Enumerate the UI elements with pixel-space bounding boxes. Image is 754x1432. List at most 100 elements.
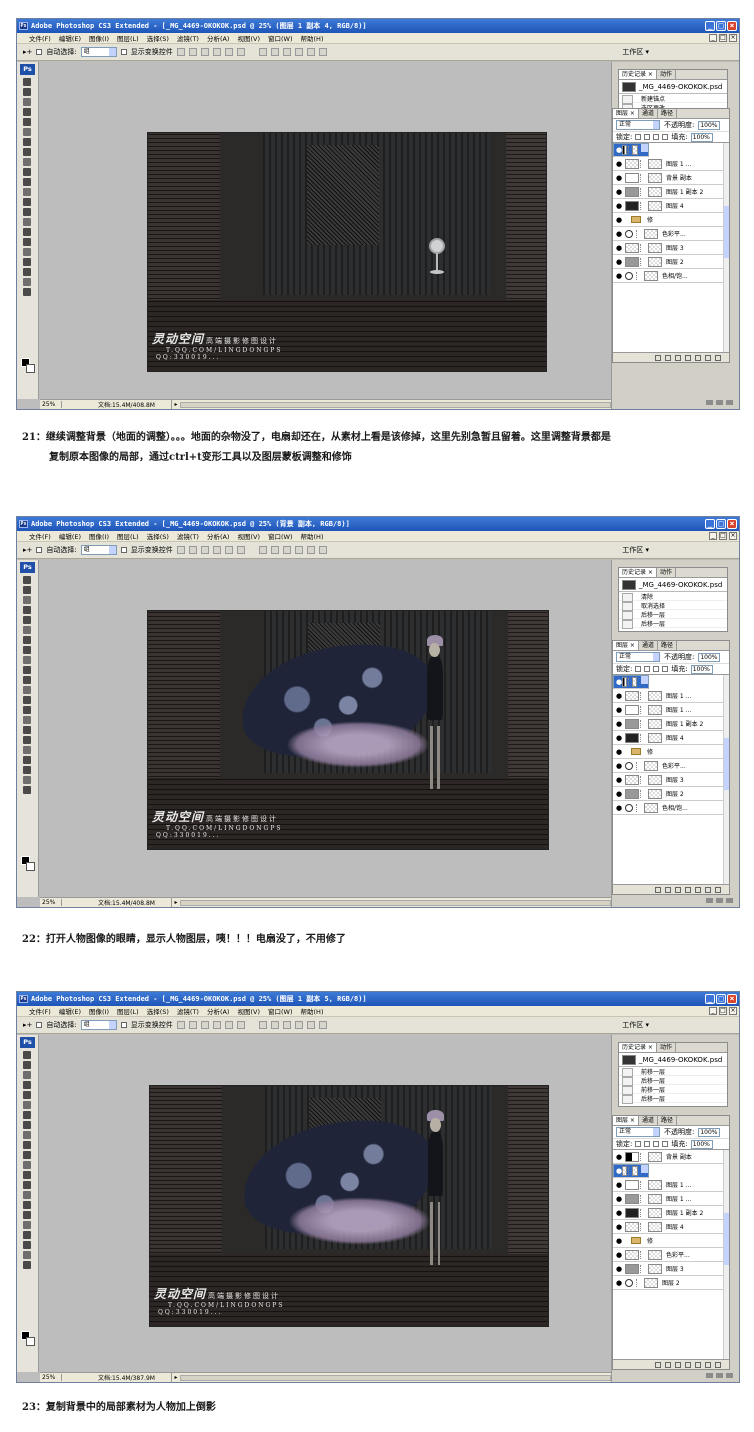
- dodge-icon[interactable]: [23, 706, 31, 714]
- menu-item[interactable]: 视图(V): [237, 531, 260, 541]
- menu-item[interactable]: 帮助(H): [301, 1006, 324, 1016]
- layer-row[interactable]: ●图层 1 ...: [613, 689, 729, 703]
- slice-icon[interactable]: [23, 128, 31, 136]
- workspace-menu[interactable]: 工作区 ▾: [622, 1020, 649, 1030]
- layer-row[interactable]: ●背景 副本: [613, 675, 649, 689]
- opacity-input[interactable]: 100%: [698, 652, 721, 662]
- layer-row[interactable]: ● 修: [613, 745, 729, 759]
- dock-button[interactable]: [726, 1373, 733, 1378]
- layer-row[interactable]: ●图层 1 ...: [613, 143, 649, 157]
- history-state[interactable]: 后移一层: [619, 1076, 727, 1086]
- align-button[interactable]: [212, 48, 221, 56]
- type-icon[interactable]: [23, 1201, 31, 1209]
- eye-icon[interactable]: ●: [613, 1265, 625, 1273]
- history-state[interactable]: 新建锚点: [619, 94, 727, 104]
- layers-scrollbar[interactable]: [723, 1150, 729, 1359]
- align-button[interactable]: [200, 48, 209, 56]
- lock-option[interactable]: [662, 666, 669, 672]
- dock-button[interactable]: [716, 898, 723, 903]
- horizontal-scrollbar[interactable]: [180, 899, 611, 906]
- align-button[interactable]: [236, 546, 245, 554]
- path-select-icon[interactable]: [23, 238, 31, 246]
- path-select-icon[interactable]: [23, 736, 31, 744]
- auto-select-dropdown[interactable]: 组: [80, 545, 117, 555]
- auto-select-checkbox[interactable]: [36, 49, 43, 55]
- align-button[interactable]: [176, 546, 185, 554]
- align-button[interactable]: [306, 546, 315, 554]
- layer-row[interactable]: ●图层 1 ...: [613, 1164, 649, 1178]
- align-button[interactable]: [188, 48, 197, 56]
- tab-channels[interactable]: 通道: [639, 1116, 658, 1125]
- path-select-icon[interactable]: [23, 1211, 31, 1219]
- menu-item[interactable]: 窗口(W): [268, 531, 293, 541]
- doc-minimize-button[interactable]: _: [709, 34, 717, 42]
- tab-history[interactable]: 历史记录 ×: [619, 70, 657, 79]
- eyedropper-icon[interactable]: [23, 1241, 31, 1249]
- tab-channels[interactable]: 通道: [639, 109, 658, 118]
- align-button[interactable]: [176, 1021, 185, 1029]
- menu-item[interactable]: 视图(V): [237, 1006, 260, 1016]
- align-button[interactable]: [200, 1021, 209, 1029]
- menu-item[interactable]: 滤镜(T): [177, 1006, 199, 1016]
- doc-close-button[interactable]: ×: [729, 34, 737, 42]
- brush-icon[interactable]: [23, 148, 31, 156]
- marquee-icon[interactable]: [23, 586, 31, 594]
- align-button[interactable]: [318, 48, 327, 56]
- layer-row[interactable]: ● 图层 2: [613, 255, 729, 269]
- fill-input[interactable]: 100%: [690, 664, 713, 674]
- marquee-icon[interactable]: [23, 88, 31, 96]
- tab-actions[interactable]: 动作: [657, 568, 676, 577]
- history-state[interactable]: 清除: [619, 592, 727, 602]
- adjustment-icon[interactable]: [685, 354, 691, 361]
- eye-icon[interactable]: ●: [613, 174, 625, 182]
- layer-row[interactable]: ● 修: [613, 213, 729, 227]
- maximize-button[interactable]: □: [716, 21, 726, 31]
- dock-button[interactable]: [706, 898, 713, 903]
- align-button[interactable]: [294, 1021, 303, 1029]
- pen-icon[interactable]: [23, 1191, 31, 1199]
- show-transform-checkbox[interactable]: [120, 49, 127, 55]
- eraser-icon[interactable]: [23, 178, 31, 186]
- tab-history[interactable]: 历史记录 ×: [619, 568, 657, 577]
- new-group-icon[interactable]: [695, 354, 701, 361]
- lock-option[interactable]: [653, 1141, 660, 1147]
- dodge-icon[interactable]: [23, 208, 31, 216]
- add-mask-icon[interactable]: [675, 886, 681, 893]
- history-state[interactable]: 取消选择: [619, 601, 727, 611]
- slice-icon[interactable]: [23, 626, 31, 634]
- history-brush-icon[interactable]: [23, 168, 31, 176]
- menu-item[interactable]: 文件(F): [29, 531, 51, 541]
- blend-mode-select[interactable]: 正常: [616, 1127, 660, 1137]
- hand-icon[interactable]: [23, 278, 31, 286]
- fx-icon[interactable]: [665, 886, 671, 893]
- eye-icon[interactable]: ●: [613, 804, 625, 812]
- gradient-icon[interactable]: [23, 188, 31, 196]
- healing-icon[interactable]: [23, 636, 31, 644]
- eye-icon[interactable]: ●: [613, 1223, 625, 1231]
- status-menu-arrow[interactable]: ▸: [172, 401, 180, 408]
- adjustment-icon[interactable]: [685, 886, 691, 893]
- eye-icon[interactable]: ●: [613, 790, 625, 798]
- tab-paths[interactable]: 路径: [658, 109, 677, 118]
- menu-item[interactable]: 分析(A): [207, 531, 230, 541]
- doc-close-button[interactable]: ×: [729, 1007, 737, 1015]
- new-layer-icon[interactable]: [705, 354, 711, 361]
- delete-layer-icon[interactable]: [715, 886, 721, 893]
- new-group-icon[interactable]: [695, 1361, 701, 1368]
- tab-channels[interactable]: 通道: [639, 641, 658, 650]
- menu-item[interactable]: 窗口(W): [268, 1006, 293, 1016]
- lock-option[interactable]: [662, 1141, 669, 1147]
- layer-row[interactable]: ● 图层 4: [613, 199, 729, 213]
- status-menu-arrow[interactable]: ▸: [172, 1374, 180, 1381]
- align-button[interactable]: [188, 1021, 197, 1029]
- history-state[interactable]: 前移一层: [619, 1085, 727, 1095]
- menu-item[interactable]: 分析(A): [207, 33, 230, 43]
- align-button[interactable]: [176, 48, 185, 56]
- doc-restore-button[interactable]: □: [719, 34, 727, 42]
- delete-layer-icon[interactable]: [715, 1361, 721, 1368]
- menu-item[interactable]: 选择(S): [147, 1006, 169, 1016]
- tab-history[interactable]: 历史记录 ×: [619, 1043, 657, 1052]
- layer-row[interactable]: ● 色彩平...: [613, 759, 729, 773]
- align-button[interactable]: [212, 546, 221, 554]
- auto-select-dropdown[interactable]: 组: [80, 1020, 117, 1030]
